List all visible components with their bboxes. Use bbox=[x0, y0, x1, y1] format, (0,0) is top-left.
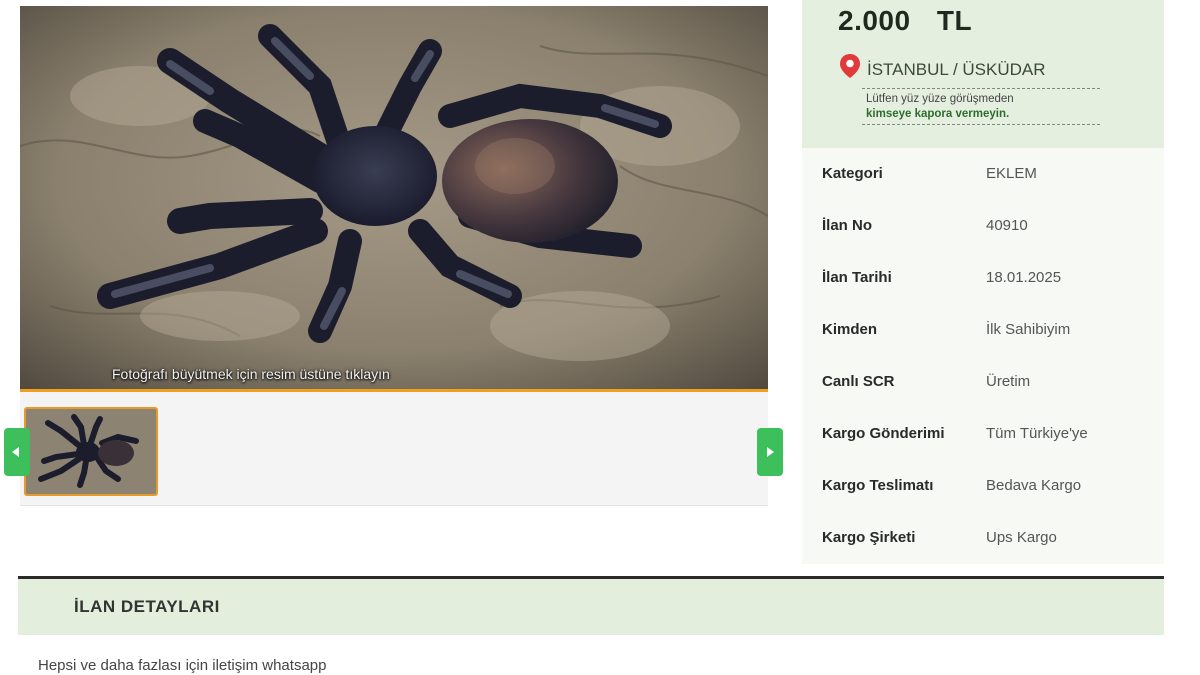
thumbnail-strip bbox=[20, 392, 768, 506]
warning-line-2: kimseye kapora vermeyin. bbox=[866, 108, 1010, 120]
detail-value: Bedava Kargo bbox=[986, 477, 1082, 494]
listing-details-table: Kategori EKLEM İlan No 40910 İlan Tarihi… bbox=[802, 148, 1164, 564]
tarantula-thumbnail bbox=[26, 409, 156, 494]
prev-photo-button[interactable] bbox=[4, 428, 30, 476]
section-header: İLAN DETAYLARI bbox=[18, 579, 1164, 635]
detail-value: Üretim bbox=[986, 373, 1031, 390]
detail-value: İlk Sahibiyim bbox=[986, 321, 1071, 338]
detail-row: Kargo Teslimatı Bedava Kargo bbox=[802, 460, 1164, 512]
price-panel: 2.000 TL İSTANBUL / ÜSKÜDAR Lütfen yüz y… bbox=[802, 0, 1164, 148]
detail-label: Kargo Şirketi bbox=[822, 529, 916, 546]
price: 2.000 TL bbox=[838, 5, 973, 36]
detail-label: Kargo Teslimatı bbox=[822, 477, 934, 494]
detail-value: 18.01.2025 bbox=[986, 269, 1062, 286]
detail-label: Kimden bbox=[822, 321, 878, 338]
thumbnail-1[interactable] bbox=[24, 407, 158, 496]
listing-description: Hepsi ve daha fazlası için iletişim what… bbox=[38, 657, 327, 674]
detail-label: Canlı SCR bbox=[822, 373, 895, 390]
tarantula-photo bbox=[20, 6, 768, 391]
chevron-left-icon bbox=[12, 447, 19, 457]
detail-value: Ups Kargo bbox=[986, 529, 1057, 546]
safety-warning: Lütfen yüz yüze görüşmeden kimseye kapor… bbox=[862, 88, 1100, 125]
detail-row: İlan Tarihi 18.01.2025 bbox=[802, 252, 1164, 304]
map-pin-icon bbox=[840, 54, 860, 78]
detail-value: EKLEM bbox=[986, 165, 1037, 182]
detail-row: Kargo Gönderimi Tüm Türkiye'ye bbox=[802, 408, 1164, 460]
detail-row: Canlı SCR Üretim bbox=[802, 356, 1164, 408]
detail-label: İlan Tarihi bbox=[822, 269, 892, 286]
detail-row: İlan No 40910 bbox=[802, 200, 1164, 252]
detail-value: Tüm Türkiye'ye bbox=[986, 425, 1088, 442]
chevron-right-icon bbox=[767, 447, 774, 457]
main-photo[interactable]: Fotoğrafı büyütmek için resim üstüne tık… bbox=[20, 6, 768, 391]
detail-value: 40910 bbox=[986, 217, 1028, 234]
detail-row: Kimden İlk Sahibiyim bbox=[802, 304, 1164, 356]
detail-row: Kategori EKLEM bbox=[802, 148, 1164, 200]
detail-label: Kargo Gönderimi bbox=[822, 425, 945, 442]
photo-caption: Fotoğrafı büyütmek için resim üstüne tık… bbox=[112, 366, 390, 382]
next-photo-button[interactable] bbox=[757, 428, 783, 476]
detail-row: Kargo Şirketi Ups Kargo bbox=[802, 512, 1164, 564]
detail-label: İlan No bbox=[822, 217, 873, 234]
warning-line-1: Lütfen yüz yüze görüşmeden bbox=[866, 93, 1014, 105]
location-link[interactable]: İSTANBUL / ÜSKÜDAR bbox=[867, 60, 1046, 80]
listing-page: Fotoğrafı büyütmek için resim üstüne tık… bbox=[0, 0, 1200, 675]
detail-label: Kategori bbox=[822, 165, 883, 182]
section-title: İLAN DETAYLARI bbox=[74, 597, 220, 616]
